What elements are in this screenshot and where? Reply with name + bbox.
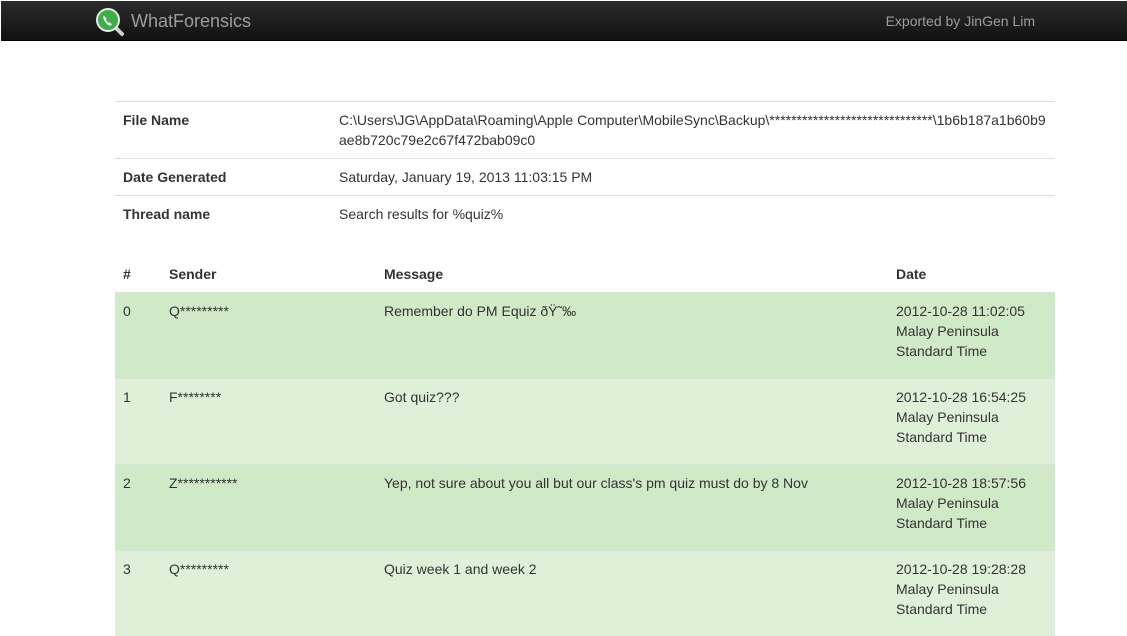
- row-number: 1: [115, 379, 161, 465]
- row-sender: Q*********: [161, 551, 376, 636]
- row-sender: Q*********: [161, 293, 376, 379]
- timezone-line1: Malay Peninsula: [896, 579, 1047, 599]
- date-time: 2012-10-28 16:54:25: [896, 387, 1047, 407]
- info-row-thread-name: Thread name Search results for %quiz%: [115, 196, 1055, 233]
- info-value: C:\Users\JG\AppData\Roaming\Apple Comput…: [331, 102, 1055, 159]
- top-navbar: WhatForensics Exported by JinGen Lim: [1, 1, 1127, 41]
- row-number: 3: [115, 551, 161, 636]
- row-number: 0: [115, 293, 161, 379]
- table-row: 1 F******** Got quiz??? 2012-10-28 16:54…: [115, 379, 1055, 465]
- timezone-line2: Standard Time: [896, 513, 1047, 533]
- row-date: 2012-10-28 16:54:25 Malay Peninsula Stan…: [888, 379, 1055, 465]
- column-header-number: #: [115, 256, 161, 293]
- info-key: File Name: [115, 102, 331, 159]
- row-sender: F********: [161, 379, 376, 465]
- row-date: 2012-10-28 11:02:05 Malay Peninsula Stan…: [888, 293, 1055, 379]
- timezone-line2: Standard Time: [896, 427, 1047, 447]
- exported-by-label: Exported by JinGen Lim: [886, 13, 1035, 29]
- date-time: 2012-10-28 19:28:28: [896, 559, 1047, 579]
- row-sender: Z***********: [161, 465, 376, 551]
- info-row-file-name: File Name C:\Users\JG\AppData\Roaming\Ap…: [115, 102, 1055, 159]
- column-header-message: Message: [376, 256, 888, 293]
- info-key: Thread name: [115, 196, 331, 233]
- row-message: Yep, not sure about you all but our clas…: [376, 465, 888, 551]
- timezone-line2: Standard Time: [896, 599, 1047, 619]
- file-name-value: C:\Users\JG\AppData\Roaming\Apple Comput…: [339, 112, 1046, 148]
- timezone-line1: Malay Peninsula: [896, 321, 1047, 341]
- info-value: Saturday, January 19, 2013 11:03:15 PM: [331, 159, 1055, 196]
- info-row-date-generated: Date Generated Saturday, January 19, 201…: [115, 159, 1055, 196]
- file-info-table: File Name C:\Users\JG\AppData\Roaming\Ap…: [115, 101, 1055, 232]
- row-date: 2012-10-28 18:57:56 Malay Peninsula Stan…: [888, 465, 1055, 551]
- timezone-line1: Malay Peninsula: [896, 493, 1047, 513]
- row-message: Remember do PM Equiz ðŸ˜‰: [376, 293, 888, 379]
- table-row: 2 Z*********** Yep, not sure about you a…: [115, 465, 1055, 551]
- table-row: 3 Q********* Quiz week 1 and week 2 2012…: [115, 551, 1055, 636]
- column-header-date: Date: [888, 256, 1055, 293]
- date-time: 2012-10-28 18:57:56: [896, 473, 1047, 493]
- date-time: 2012-10-28 11:02:05: [896, 301, 1047, 321]
- row-message: Got quiz???: [376, 379, 888, 465]
- info-key: Date Generated: [115, 159, 331, 196]
- row-message: Quiz week 1 and week 2: [376, 551, 888, 636]
- row-number: 2: [115, 465, 161, 551]
- row-date: 2012-10-28 19:28:28 Malay Peninsula Stan…: [888, 551, 1055, 636]
- magnifier-phone-icon: [95, 7, 125, 37]
- main-content: File Name C:\Users\JG\AppData\Roaming\Ap…: [115, 101, 1055, 636]
- brand-title: WhatForensics: [131, 11, 251, 32]
- table-row: 0 Q********* Remember do PM Equiz ðŸ˜‰ 2…: [115, 293, 1055, 379]
- column-header-sender: Sender: [161, 256, 376, 293]
- timezone-line2: Standard Time: [896, 341, 1047, 361]
- timezone-line1: Malay Peninsula: [896, 407, 1047, 427]
- info-value: Search results for %quiz%: [331, 196, 1055, 233]
- messages-header-row: # Sender Message Date: [115, 256, 1055, 293]
- brand[interactable]: WhatForensics: [95, 7, 251, 37]
- messages-table: # Sender Message Date 0 Q********* Remem…: [115, 256, 1055, 636]
